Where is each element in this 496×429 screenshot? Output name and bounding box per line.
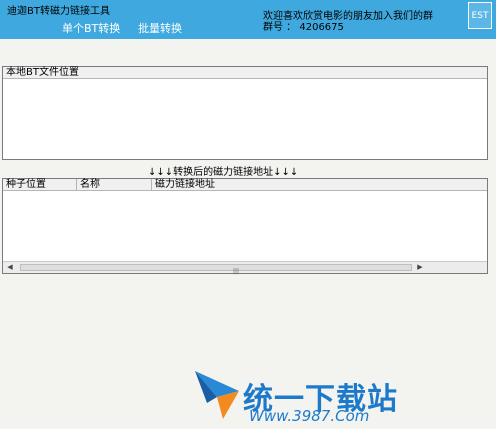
top-toolbar: 迪迦BT转磁力链接工具 单个BT转换 批量转换 欢迎喜欢欣赏电影的朋友加入我们的…: [0, 0, 496, 39]
watermark-logo: 统一下载站 Www.3987.Com: [193, 369, 397, 429]
scrollbar-thumb[interactable]: |||: [20, 264, 412, 275]
magnet-results-table[interactable]: 种子位置 名称 磁力链接地址 统一下载站 Www.3987.Com ◀ ||| …: [2, 178, 488, 425]
local-bt-file-panel[interactable]: 本地BT文件位置: [2, 66, 488, 160]
promo-line-1: 欢迎喜欢欣赏电影的朋友加入我们的群: [263, 11, 433, 22]
exit-button[interactable]: EST: [468, 2, 492, 29]
column-header-seed-location[interactable]: 种子位置: [3, 179, 76, 191]
column-header-magnet-link[interactable]: 磁力链接地址: [152, 179, 487, 191]
scroll-left-arrow-icon[interactable]: ◀: [5, 263, 15, 272]
logo-arrow-icon: [195, 371, 239, 419]
local-bt-file-header: 本地BT文件位置: [3, 67, 487, 79]
horizontal-scrollbar[interactable]: ◀ ||| ▶: [3, 261, 487, 275]
scroll-right-arrow-icon[interactable]: ▶: [415, 263, 425, 272]
app-title: 迪迦BT转磁力链接工具: [7, 6, 110, 17]
promo-text: 欢迎喜欢欣赏电影的朋友加入我们的群 群号 ： 4206675: [263, 11, 433, 33]
tab-single-bt-convert[interactable]: 单个BT转换: [62, 20, 120, 36]
tab-batch-convert[interactable]: 批量转换: [138, 20, 182, 36]
watermark-url: Www.3987.Com: [249, 407, 370, 425]
scrollbar-grip-icon: |||: [233, 268, 240, 275]
promo-line-2: 群号 ： 4206675: [263, 22, 344, 33]
column-header-name[interactable]: 名称: [77, 179, 152, 191]
converted-magnet-label: ↓↓↓转换后的磁力链接地址↓↓↓: [148, 167, 299, 178]
